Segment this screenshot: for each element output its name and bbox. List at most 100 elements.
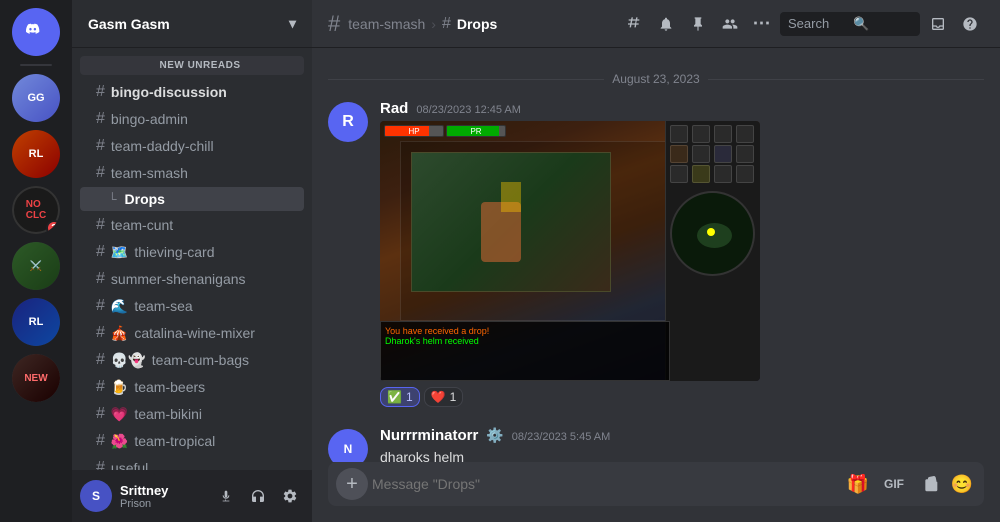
reaction-checkmark[interactable]: ✅ 1 <box>380 387 420 407</box>
channel-name-bingo-admin: bingo-admin <box>111 111 188 127</box>
channel-name-team-tropical: team-tropical <box>134 433 215 449</box>
channel-item-thieving-card[interactable]: # 🗺️ thieving-card <box>80 239 304 265</box>
server-icon-6[interactable]: NEW <box>12 354 60 402</box>
message-image-rad: You have received a drop! Dharok's helm … <box>380 121 760 381</box>
deafen-button[interactable] <box>244 482 272 510</box>
date-separator-line-right <box>708 79 984 80</box>
settings-button[interactable] <box>276 482 304 510</box>
message-nurrrminatorr: N Nurrrminatorr ⚙️ 08/23/2023 5:45 AM dh… <box>328 425 984 462</box>
channel-sidebar: Gasm Gasm ▾ NEW UNREADS # bingo-discussi… <box>72 0 312 522</box>
message-author-nurrrminatorr: Nurrrminatorr <box>380 427 478 444</box>
main-content: # team-smash › # Drops ⋯ Se <box>312 0 1000 522</box>
reaction-heart[interactable]: ❤️ 1 <box>424 387 464 407</box>
channel-item-bingo-admin[interactable]: # bingo-admin <box>80 106 304 132</box>
hash-icon: # <box>96 459 105 470</box>
channel-name-summer-shenanigans: summer-shenanigans <box>111 271 246 287</box>
user-bar: S Srittney Prison <box>72 470 312 522</box>
server-sidebar: GG RL NOCLC 2 ⚔️ RL NEW <box>0 0 72 522</box>
breadcrumb-server: team-smash <box>348 16 425 32</box>
hash-icon: # <box>96 432 105 450</box>
messages-area: August 23, 2023 R Rad 08/23/2023 12:45 A… <box>312 48 1000 462</box>
hash-icon: # <box>96 216 105 234</box>
message-body-rad: Rad 08/23/2023 12:45 AM <box>380 100 984 407</box>
channel-header-hash-icon: # <box>328 11 340 37</box>
channel-name-team-beers: team-beers <box>134 379 205 395</box>
message-header-nurrrminatorr: Nurrrminatorr ⚙️ 08/23/2023 5:45 AM <box>380 427 984 444</box>
avatar-nurrrminatorr[interactable]: N <box>328 429 368 462</box>
channel-item-team-cum-bags[interactable]: # 💀👻 team-cum-bags <box>80 347 304 373</box>
hash-icon: # <box>96 351 105 369</box>
mute-button[interactable] <box>212 482 240 510</box>
channel-item-bingo-discussion[interactable]: # bingo-discussion <box>80 79 304 105</box>
hash-icon: # <box>96 164 105 182</box>
channel-name-useful: useful <box>111 460 148 470</box>
server-icon-2[interactable]: RL <box>12 130 60 178</box>
server-icon-3[interactable]: NOCLC 2 <box>12 186 60 234</box>
hash-icon: # <box>96 110 105 128</box>
channel-emoji-cum-bags: 💀👻 <box>111 352 146 369</box>
emoji-button[interactable]: 😊 <box>948 470 976 498</box>
hash-icon: # <box>96 324 105 342</box>
channel-item-team-cunt[interactable]: # team-cunt <box>80 212 304 238</box>
attach-button[interactable]: + <box>336 468 368 500</box>
channel-item-team-sea[interactable]: # 🌊 team-sea <box>80 293 304 319</box>
channel-name-team-cum-bags: team-cum-bags <box>152 352 249 368</box>
help-button[interactable] <box>956 10 984 38</box>
message-input-area: + 🎁 GIF 😊 <box>312 462 1000 522</box>
search-icon: 🔍 <box>853 16 912 32</box>
inbox-button[interactable] <box>924 10 952 38</box>
bell-button[interactable] <box>652 10 680 38</box>
date-separator-text: August 23, 2023 <box>612 72 699 86</box>
notification-badge: 2 <box>46 220 60 234</box>
channel-item-team-tropical[interactable]: # 🌺 team-tropical <box>80 428 304 454</box>
channel-name-drops: Drops <box>125 191 165 207</box>
input-actions: 🎁 GIF 😊 <box>844 470 976 498</box>
hash-icon: # <box>96 378 105 396</box>
hashtag-button[interactable] <box>620 10 648 38</box>
search-bar[interactable]: Search 🔍 <box>780 12 920 36</box>
channel-name-team-cunt: team-cunt <box>111 217 173 233</box>
reactions-rad: ✅ 1 ❤️ 1 <box>380 387 984 407</box>
header-actions: ⋯ Search 🔍 <box>620 10 984 38</box>
channel-item-team-beers[interactable]: # 🍺 team-beers <box>80 374 304 400</box>
channel-header: # team-smash › # Drops ⋯ Se <box>312 0 1000 48</box>
sticker-button[interactable] <box>916 470 944 498</box>
user-status: Prison <box>120 498 204 510</box>
channel-name-team-sea: team-sea <box>134 298 192 314</box>
server-icon-gasm-gasm[interactable]: GG <box>12 74 60 122</box>
hash-icon: # <box>96 137 105 155</box>
channel-emoji-thieving-card: 🗺️ <box>111 244 128 261</box>
channel-name-team-daddy-chill: team-daddy-chill <box>111 138 214 154</box>
server-icon-5[interactable]: RL <box>12 298 60 346</box>
hash-icon: # <box>96 270 105 288</box>
sub-arrow-icon: └ <box>108 192 117 206</box>
channel-name-catalina-wine-mixer: catalina-wine-mixer <box>134 325 255 341</box>
date-separator: August 23, 2023 <box>328 72 984 86</box>
avatar-rad[interactable]: R <box>328 102 368 142</box>
channel-item-catalina-wine-mixer[interactable]: # 🎪 catalina-wine-mixer <box>80 320 304 346</box>
channel-item-team-smash[interactable]: # team-smash <box>80 160 304 186</box>
pin-button[interactable] <box>684 10 712 38</box>
server-icon-4[interactable]: ⚔️ <box>12 242 60 290</box>
channel-emoji-catalina: 🎪 <box>111 325 128 342</box>
members-button[interactable] <box>716 10 744 38</box>
home-button[interactable] <box>12 8 60 56</box>
channel-item-team-bikini[interactable]: # 💗 team-bikini <box>80 401 304 427</box>
more-button[interactable]: ⋯ <box>748 10 776 38</box>
channel-item-drops[interactable]: └ Drops <box>80 187 304 211</box>
channel-list: NEW UNREADS # bingo-discussion # bingo-a… <box>72 48 312 470</box>
channel-item-summer-shenanigans[interactable]: # summer-shenanigans <box>80 266 304 292</box>
message-rad: R Rad 08/23/2023 12:45 AM <box>328 98 984 409</box>
chevron-down-icon: ▾ <box>289 15 296 32</box>
channel-emoji-team-sea: 🌊 <box>111 298 128 315</box>
gif-button[interactable]: GIF <box>876 470 912 498</box>
date-separator-line-left <box>328 79 604 80</box>
message-input[interactable] <box>372 476 840 492</box>
server-header[interactable]: Gasm Gasm ▾ <box>72 0 312 48</box>
gift-button[interactable]: 🎁 <box>844 470 872 498</box>
channel-item-useful[interactable]: # useful <box>80 455 304 470</box>
user-actions <box>212 482 304 510</box>
channel-name-bingo-discussion: bingo-discussion <box>111 84 227 100</box>
channel-item-team-daddy-chill[interactable]: # team-daddy-chill <box>80 133 304 159</box>
channel-emoji-beers: 🍺 <box>111 379 128 396</box>
